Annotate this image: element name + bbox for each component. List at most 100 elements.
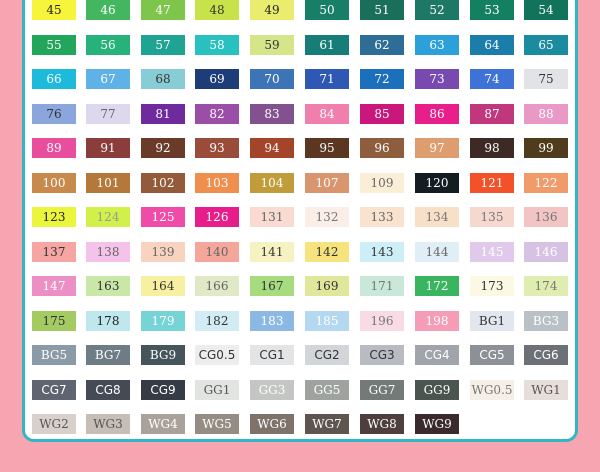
color-swatch-69: 69 (195, 69, 239, 89)
color-swatch-82: 82 (195, 104, 239, 124)
color-swatch-gg1: GG1 (195, 380, 239, 400)
color-swatch-76: 76 (32, 104, 76, 124)
color-swatch-50: 50 (305, 0, 349, 20)
color-swatch-163: 163 (86, 276, 130, 296)
color-swatch-164: 164 (141, 276, 185, 296)
color-swatch-167: 167 (250, 276, 294, 296)
color-swatch-126: 126 (195, 207, 239, 227)
color-swatch-142: 142 (305, 242, 349, 262)
color-swatch-96: 96 (360, 138, 404, 158)
color-swatch-81: 81 (141, 104, 185, 124)
color-swatch-51: 51 (360, 0, 404, 20)
color-swatch-cg9: CG9 (141, 380, 185, 400)
color-swatch-109: 109 (360, 173, 404, 193)
color-swatch-137: 137 (32, 242, 76, 262)
color-swatch-wg7: WG7 (305, 414, 349, 434)
color-swatch-179: 179 (141, 311, 185, 331)
color-swatch-72: 72 (360, 69, 404, 89)
color-swatch-93: 93 (195, 138, 239, 158)
color-swatch-103: 103 (195, 173, 239, 193)
color-swatch-bg5: BG5 (32, 345, 76, 365)
color-swatch-cg2: CG2 (305, 345, 349, 365)
color-swatch-59: 59 (250, 35, 294, 55)
color-swatch-bg9: BG9 (141, 345, 185, 365)
swatch-grid: 45 46 47 48 49 50 51 52 53 54 55 56 57 58 59 61 62 63 64 65… (0, 0, 600, 472)
color-swatch-198: 198 (415, 311, 459, 331)
color-swatch-140: 140 (195, 242, 239, 262)
color-swatch-67: 67 (86, 69, 130, 89)
color-swatch-173: 173 (470, 276, 514, 296)
color-swatch-66: 66 (32, 69, 76, 89)
color-swatch-gg7: GG7 (360, 380, 404, 400)
color-swatch-gg5: GG5 (305, 380, 349, 400)
color-swatch-wg9: WG9 (415, 414, 459, 434)
color-swatch-88: 88 (524, 104, 568, 124)
color-swatch-gg3: GG3 (250, 380, 294, 400)
color-swatch-182: 182 (195, 311, 239, 331)
color-swatch-102: 102 (141, 173, 185, 193)
color-swatch-136: 136 (524, 207, 568, 227)
color-swatch-132: 132 (305, 207, 349, 227)
color-swatch-178: 178 (86, 311, 130, 331)
color-swatch-131: 131 (250, 207, 294, 227)
color-swatch-171: 171 (360, 276, 404, 296)
color-swatch-71: 71 (305, 69, 349, 89)
color-swatch-133: 133 (360, 207, 404, 227)
color-swatch-143: 143 (360, 242, 404, 262)
color-swatch-104: 104 (250, 173, 294, 193)
color-swatch-cg0-5: CG0.5 (195, 345, 239, 365)
color-swatch-cg8: CG8 (86, 380, 130, 400)
color-swatch-99: 99 (524, 138, 568, 158)
color-swatch-97: 97 (415, 138, 459, 158)
color-swatch-wg8: WG8 (360, 414, 404, 434)
color-swatch-45: 45 (32, 0, 76, 20)
color-swatch-wg5: WG5 (195, 414, 239, 434)
color-swatch-174: 174 (524, 276, 568, 296)
color-swatch-52: 52 (415, 0, 459, 20)
color-swatch-58: 58 (195, 35, 239, 55)
color-swatch-83: 83 (250, 104, 294, 124)
color-swatch-145: 145 (470, 242, 514, 262)
color-swatch-48: 48 (195, 0, 239, 20)
color-swatch-169: 169 (305, 276, 349, 296)
color-swatch-101: 101 (86, 173, 130, 193)
color-swatch-cg1: CG1 (250, 345, 294, 365)
color-swatch-144: 144 (415, 242, 459, 262)
color-swatch-74: 74 (470, 69, 514, 89)
color-swatch-47: 47 (141, 0, 185, 20)
color-swatch-64: 64 (470, 35, 514, 55)
color-swatch-49: 49 (250, 0, 294, 20)
color-swatch-84: 84 (305, 104, 349, 124)
color-swatch-cg4: CG4 (415, 345, 459, 365)
color-swatch-62: 62 (360, 35, 404, 55)
color-swatch-61: 61 (305, 35, 349, 55)
color-swatch-87: 87 (470, 104, 514, 124)
color-swatch-wg2: WG2 (32, 414, 76, 434)
color-swatch-wg0-5: WG0.5 (470, 380, 514, 400)
color-swatch-94: 94 (250, 138, 294, 158)
color-swatch-bg3: BG3 (524, 311, 568, 331)
color-swatch-77: 77 (86, 104, 130, 124)
color-swatch-196: 196 (360, 311, 404, 331)
color-swatch-wg4: WG4 (141, 414, 185, 434)
color-swatch-68: 68 (141, 69, 185, 89)
color-swatch-120: 120 (415, 173, 459, 193)
color-swatch-134: 134 (415, 207, 459, 227)
color-swatch-125: 125 (141, 207, 185, 227)
color-swatch-185: 185 (305, 311, 349, 331)
color-swatch-cg7: CG7 (32, 380, 76, 400)
color-swatch-86: 86 (415, 104, 459, 124)
color-swatch-70: 70 (250, 69, 294, 89)
color-swatch-146: 146 (524, 242, 568, 262)
color-swatch-53: 53 (470, 0, 514, 20)
color-swatch-121: 121 (470, 173, 514, 193)
color-swatch-122: 122 (524, 173, 568, 193)
color-swatch-141: 141 (250, 242, 294, 262)
color-swatch-135: 135 (470, 207, 514, 227)
color-swatch-73: 73 (415, 69, 459, 89)
color-swatch-wg1: WG1 (524, 380, 568, 400)
color-swatch-wg3: WG3 (86, 414, 130, 434)
color-swatch-138: 138 (86, 242, 130, 262)
color-swatch-56: 56 (86, 35, 130, 55)
color-swatch-63: 63 (415, 35, 459, 55)
